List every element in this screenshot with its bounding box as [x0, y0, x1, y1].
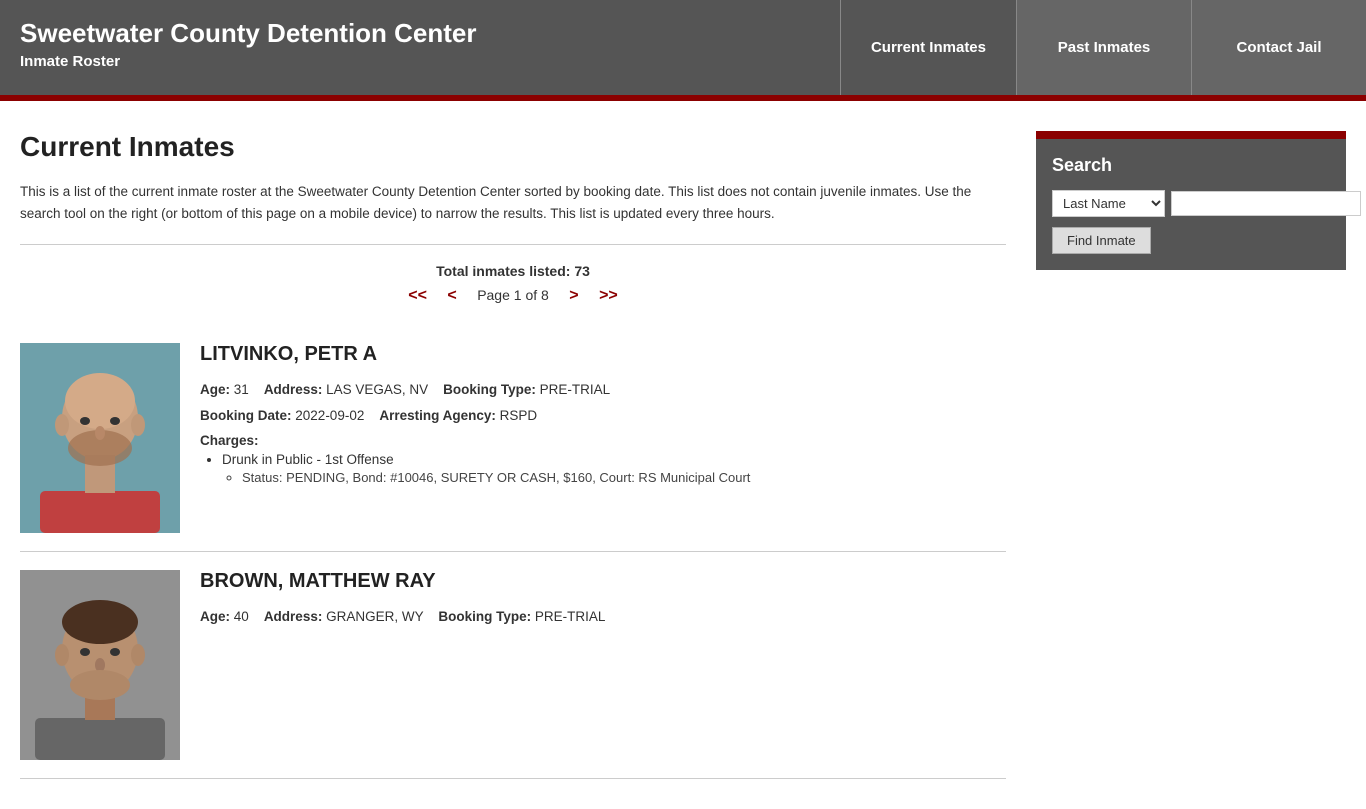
inmate-name-1[interactable]: LITVINKO, PETR A [200, 343, 1006, 366]
content-area: Current Inmates This is a list of the cu… [20, 131, 1006, 779]
page-title: Current Inmates [20, 131, 1006, 163]
nav-contact-jail[interactable]: Contact Jail [1191, 0, 1366, 95]
search-box: Search Last NameFirst NameBooking Date F… [1036, 131, 1346, 270]
search-box-accent [1036, 131, 1346, 139]
inmate-record-2: BROWN, MATTHEW RAY Age: 40 Address: GRAN… [20, 552, 1006, 779]
search-row: Last NameFirst NameBooking Date [1052, 190, 1330, 217]
inmate-details-1: LITVINKO, PETR A Age: 31 Address: LAS VE… [200, 343, 1006, 533]
charges-label-1: Charges: [200, 433, 1006, 448]
inmate-info-line-booking-1: Booking Date: 2022-09-02 Arresting Agenc… [200, 406, 1006, 426]
inmate-photo-1 [20, 343, 180, 533]
site-subtitle: Inmate Roster [20, 53, 820, 70]
find-inmate-button[interactable]: Find Inmate [1052, 227, 1151, 254]
charge-detail: Status: PENDING, Bond: #10046, SURETY OR… [222, 470, 1006, 485]
inmate-name-2[interactable]: BROWN, MATTHEW RAY [200, 570, 1006, 593]
site-title-block: Sweetwater County Detention Center Inmat… [0, 0, 840, 95]
site-header: Sweetwater County Detention Center Inmat… [0, 0, 1366, 95]
inmate-info-line-age-1: Age: 31 Address: LAS VEGAS, NV Booking T… [200, 380, 1006, 400]
page-description: This is a list of the current inmate ros… [20, 181, 1006, 224]
pagination-last[interactable]: >> [599, 287, 618, 304]
pagination-nav: << < Page 1 of 8 > >> [20, 287, 1006, 305]
nav-current-inmates[interactable]: Current Inmates [840, 0, 1016, 95]
site-title: Sweetwater County Detention Center [20, 18, 820, 49]
main-container: Current Inmates This is a list of the cu… [0, 101, 1366, 809]
search-box-content: Search Last NameFirst NameBooking Date F… [1036, 139, 1346, 270]
charges-list-1: Drunk in Public - 1st Offense Status: PE… [200, 452, 1006, 485]
search-select[interactable]: Last NameFirst NameBooking Date [1052, 190, 1165, 217]
nav-past-inmates[interactable]: Past Inmates [1016, 0, 1191, 95]
inmate-info-line-age-2: Age: 40 Address: GRANGER, WY Booking Typ… [200, 607, 1006, 627]
inmate-details-2: BROWN, MATTHEW RAY Age: 40 Address: GRAN… [200, 570, 1006, 760]
divider-top [20, 244, 1006, 245]
sidebar: Search Last NameFirst NameBooking Date F… [1036, 131, 1346, 779]
inmate-record: LITVINKO, PETR A Age: 31 Address: LAS VE… [20, 325, 1006, 552]
charge-item: Drunk in Public - 1st Offense Status: PE… [222, 452, 1006, 485]
pagination-first[interactable]: << [408, 287, 427, 304]
search-title: Search [1052, 155, 1330, 176]
search-input[interactable] [1171, 191, 1361, 216]
pagination-total: Total inmates listed: 73 [20, 263, 1006, 279]
pagination-prev[interactable]: < [447, 287, 456, 304]
main-nav: Current Inmates Past Inmates Contact Jai… [840, 0, 1366, 95]
pagination-next[interactable]: > [569, 287, 578, 304]
pagination-label: Page 1 of 8 [477, 287, 549, 303]
inmate-photo-2 [20, 570, 180, 760]
